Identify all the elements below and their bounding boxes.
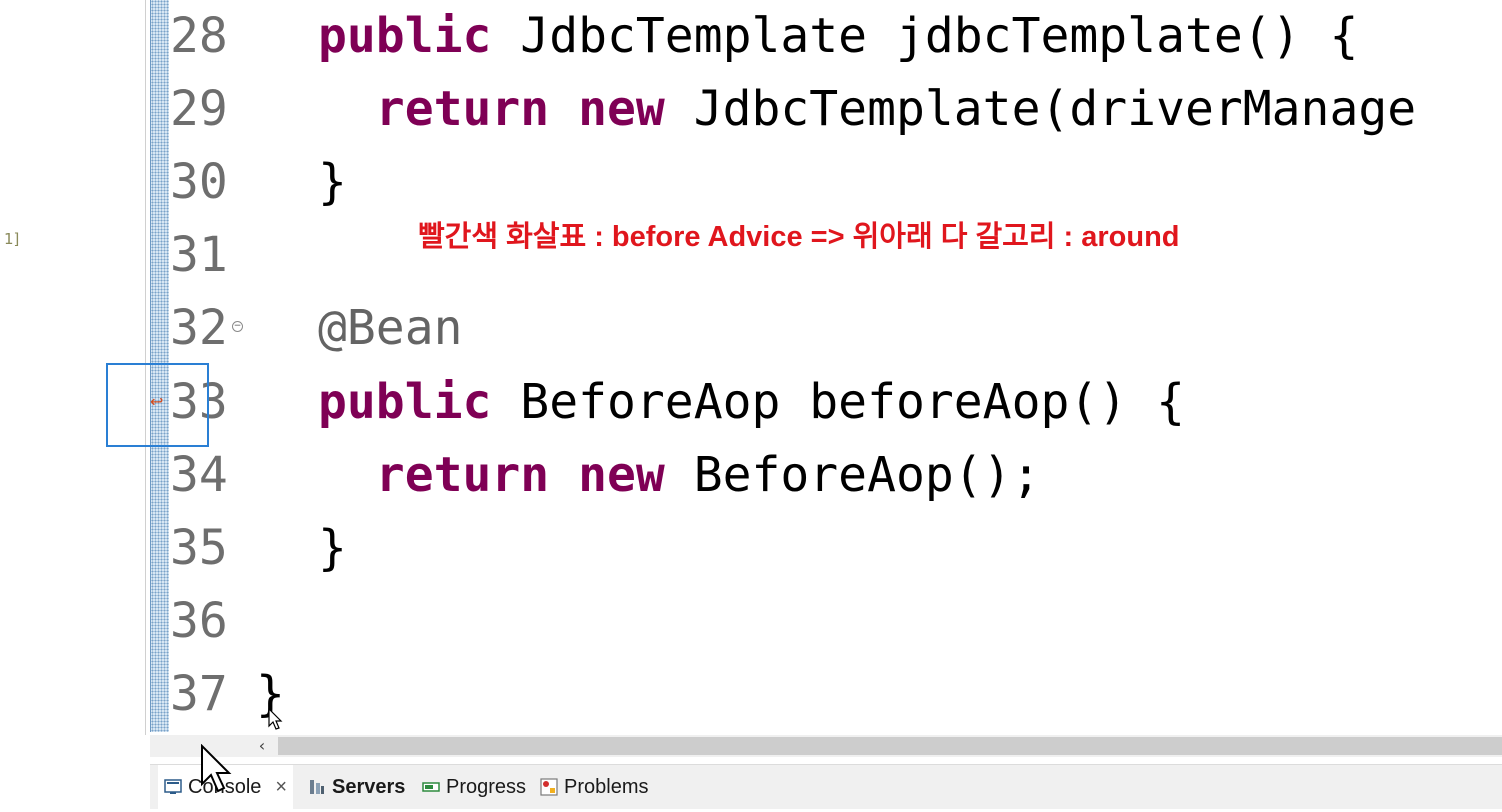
code-token: } <box>318 520 347 576</box>
code-text: } <box>318 512 347 584</box>
code-token: BeforeAop(); <box>693 447 1041 503</box>
code-token: JdbcTemplate(driverManage <box>693 81 1417 137</box>
tab-problems-label: Problems <box>564 776 649 798</box>
code-line[interactable]: 30} <box>168 146 1502 218</box>
line-number: 32 <box>170 300 228 356</box>
line-number: 35 <box>170 520 228 576</box>
highlight-box <box>106 363 209 447</box>
code-line[interactable]: 33 public BeforeAop beforeAop() { <box>168 366 1502 438</box>
line-number: 36 <box>170 593 228 649</box>
code-line[interactable]: 35} <box>168 512 1502 584</box>
line-number: 30 <box>170 154 228 210</box>
code-token: } <box>318 154 347 210</box>
code-token: BeforeAop beforeAop() { <box>520 374 1185 430</box>
line-number: 28 <box>170 8 228 64</box>
code-text: return new JdbcTemplate(driverManage <box>318 73 1416 145</box>
fold-collapse-icon[interactable]: − <box>232 321 243 332</box>
mouse-cursor-icon <box>201 744 232 793</box>
code-text: public JdbcTemplate jdbcTemplate() { <box>318 0 1358 72</box>
horizontal-scrollbar[interactable]: ‹ <box>150 735 1502 757</box>
keyword-token: new <box>578 447 694 503</box>
code-line[interactable]: 29 return new JdbcTemplate(driverManage <box>168 73 1502 145</box>
problems-icon <box>540 778 558 796</box>
close-icon[interactable]: × <box>275 762 287 812</box>
console-icon <box>164 779 182 794</box>
code-line[interactable]: 36 <box>168 585 1502 657</box>
mouse-cursor-icon <box>268 708 283 730</box>
code-token: JdbcTemplate jdbcTemplate() { <box>520 8 1359 64</box>
bottom-view-tabs: Console × Servers Progress Problems <box>150 764 1502 809</box>
keyword-token: public <box>318 374 521 430</box>
code-line[interactable]: 32 @Bean − <box>168 292 1502 364</box>
code-line[interactable]: 37} <box>168 658 1502 730</box>
scroll-left-icon[interactable]: ‹ <box>250 735 274 757</box>
keyword-token: public <box>318 8 521 64</box>
code-line[interactable]: 28 public JdbcTemplate jdbcTemplate() { <box>168 0 1502 72</box>
annotation-token: @Bean <box>318 300 463 356</box>
scrollbar-thumb[interactable] <box>278 737 1502 755</box>
servers-icon <box>310 780 324 794</box>
code-editor[interactable]: 28 public JdbcTemplate jdbcTemplate() {29… <box>168 0 1502 735</box>
tab-servers[interactable]: Servers <box>308 765 405 809</box>
code-line[interactable]: 34 return new BeforeAop(); <box>168 439 1502 511</box>
progress-icon <box>422 782 440 792</box>
code-text: @Bean <box>318 292 463 364</box>
tab-progress-label: Progress <box>446 776 527 798</box>
code-text: public BeforeAop beforeAop() { <box>318 366 1185 438</box>
keyword-token: new <box>578 81 694 137</box>
line-number: 31 <box>170 227 228 283</box>
keyword-token: return <box>318 81 579 137</box>
line-number: 29 <box>170 81 228 137</box>
keyword-token: return <box>318 447 579 503</box>
tab-servers-label: Servers <box>332 776 406 798</box>
annotation-note: 빨간색 화살표 : before Advice => 위아래 다 갈고리 : a… <box>418 221 1180 253</box>
tab-progress[interactable]: Progress <box>422 765 526 809</box>
line-number: 34 <box>170 447 228 503</box>
line-number: 37 <box>170 666 228 722</box>
code-text: return new BeforeAop(); <box>318 439 1041 511</box>
outline-fragment-text: 1] <box>4 230 20 248</box>
code-text: } <box>318 146 347 218</box>
tab-problems[interactable]: Problems <box>540 765 648 809</box>
